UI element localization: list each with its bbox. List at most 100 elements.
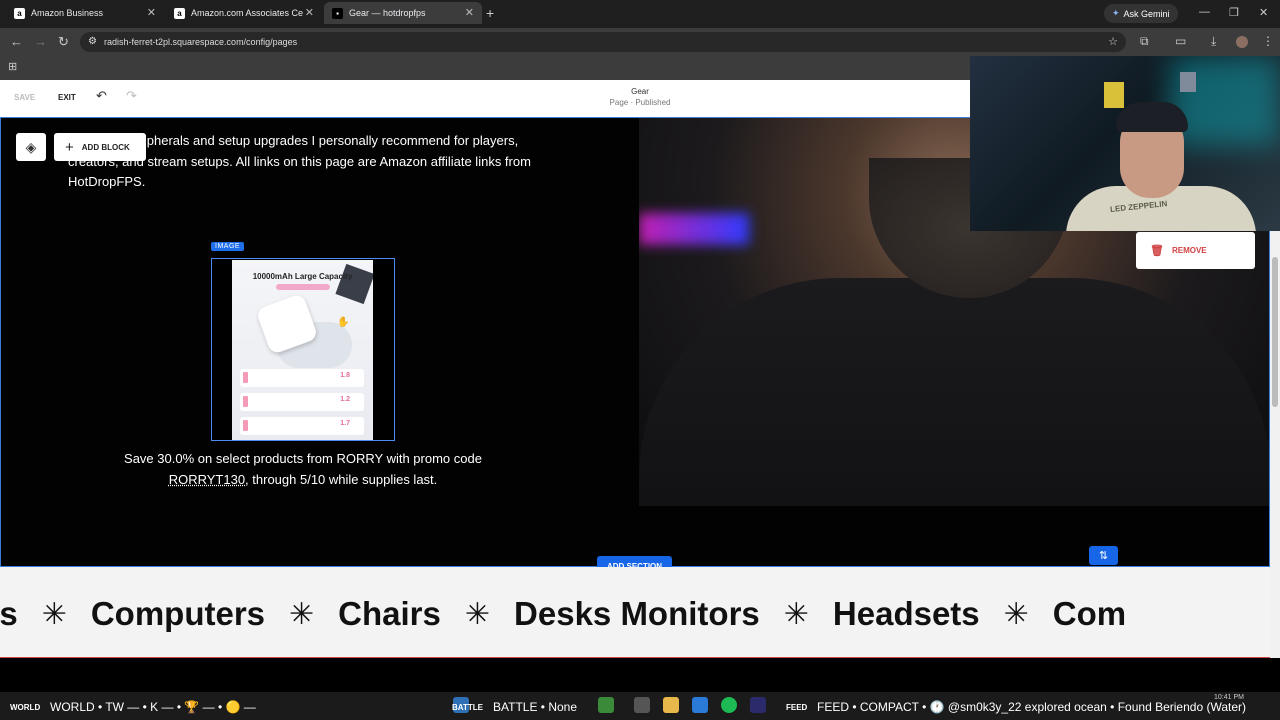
- system-clock: 10:41 PM: [1214, 694, 1244, 701]
- remove-label: REMOVE: [1171, 246, 1207, 255]
- phone-shape: [335, 263, 373, 305]
- new-tab-icon[interactable]: +: [486, 5, 494, 21]
- asterisk-icon: ✳: [1003, 597, 1029, 631]
- image-block-tag: IMAGE: [211, 242, 245, 251]
- feed-tag: FEED: [786, 703, 808, 712]
- reorder-icon: ⇅: [1098, 550, 1109, 562]
- extensions-icon[interactable]: ⧉: [1140, 34, 1149, 49]
- asterisk-icon: ✳: [289, 597, 315, 631]
- app-icon[interactable]: [750, 697, 766, 713]
- tab-amazon-associates[interactable]: a Amazon.com Associates Central ✕: [166, 2, 322, 24]
- spec-value: 1.8: [340, 372, 350, 379]
- trash-icon: 🗑: [1150, 245, 1164, 257]
- spec-value: 1.2: [340, 396, 350, 403]
- squarespace-icon: ▪: [332, 7, 343, 19]
- back-icon[interactable]: ←: [10, 34, 23, 49]
- battle-tag: BATTLE: [452, 703, 483, 712]
- wall-poster: [1104, 82, 1124, 108]
- app-icon[interactable]: [634, 697, 650, 713]
- close-icon[interactable]: ✕: [147, 6, 156, 19]
- ticker-item: Com: [1052, 595, 1127, 632]
- remove-button[interactable]: 🗑 REMOVE: [1136, 232, 1255, 269]
- grab-cursor-icon: ✋: [337, 317, 350, 328]
- reload-icon[interactable]: ↻: [58, 34, 69, 50]
- tab-gear-hotdropfps[interactable]: ▪ Gear — hotdropfps ✕: [324, 2, 482, 24]
- spec-value: 1.7: [340, 420, 350, 427]
- page-status: Page · Published: [609, 98, 671, 107]
- address-bar-row: ← → ↻ ⚙ radish-ferret-t2pl.squarespace.c…: [0, 28, 1280, 56]
- browser-tab-strip: a Amazon Business ✕ a Amazon.com Associa…: [0, 0, 1280, 28]
- apps-grid-icon[interactable]: ⊞: [8, 60, 17, 73]
- scrollbar-thumb[interactable]: [1272, 257, 1278, 407]
- plus-icon: +: [65, 138, 74, 156]
- section-settings-button[interactable]: ⇅: [1089, 546, 1118, 565]
- site-info-icon[interactable]: ⚙: [88, 32, 97, 52]
- tab-label: Amazon.com Associates Central: [191, 8, 303, 18]
- asterisk-icon: ✳: [783, 597, 809, 631]
- exit-button[interactable]: EXIT: [58, 93, 76, 102]
- ask-gemini-label: Ask Gemini: [1123, 8, 1170, 19]
- ask-gemini-button[interactable]: ✦ Ask Gemini: [1104, 4, 1178, 23]
- window-close-icon[interactable]: ✕: [1259, 6, 1268, 19]
- asterisk-icon: ✳: [464, 597, 491, 631]
- page-title-block: Gear Page · Published: [560, 86, 720, 108]
- promo-code: RORRYT130: [168, 471, 246, 487]
- redo-icon[interactable]: ↷: [126, 88, 137, 104]
- webcam-overlay: LED ZEPPELIN: [970, 56, 1280, 231]
- amazon-icon: a: [14, 7, 25, 19]
- world-status: WORLD • TW — • K — • 🏆 — • 🟡 —: [50, 700, 256, 714]
- feed-status: FEED • COMPACT • 🕐 @sm0k3y_22 explored o…: [817, 700, 1246, 714]
- product-image: 10000mAh Large Capacity 1.8 1.2 1.7: [232, 260, 373, 440]
- promo-paragraph[interactable]: Save 30.0% on select products from RORRY…: [103, 449, 503, 490]
- world-tag: WORLD: [10, 703, 41, 712]
- url-text: radish-ferret-t2pl.squarespace.com/confi…: [104, 37, 298, 47]
- image-block[interactable]: 10000mAh Large Capacity 1.8 1.2 1.7: [211, 258, 395, 441]
- ticker-item: Chairs: [338, 595, 441, 632]
- battle-status: BATTLE • None: [493, 700, 578, 714]
- menu-dots-icon[interactable]: ⋮: [1262, 34, 1274, 48]
- app-icon[interactable]: [598, 697, 614, 713]
- product-headline: 10000mAh Large Capacity: [252, 272, 353, 281]
- ticker-item: Headsets: [832, 595, 980, 632]
- download-icon[interactable]: ⤓: [1211, 34, 1216, 49]
- url-field[interactable]: ⚙ radish-ferret-t2pl.squarespace.com/con…: [80, 32, 1126, 52]
- ticker-track: ets ✳ Computers ✳ Chairs ✳ Desks Monitor…: [0, 595, 1126, 633]
- tab-amazon-business[interactable]: a Amazon Business ✕: [6, 2, 164, 24]
- folder-icon[interactable]: [663, 697, 679, 713]
- undo-icon[interactable]: ↶: [96, 88, 107, 104]
- ticker-item: Computers: [90, 595, 266, 632]
- cyan-light: [1170, 56, 1280, 146]
- wall-poster: [1180, 72, 1196, 92]
- ticker-item: ets: [0, 595, 18, 632]
- editor-toolbar: SAVE EXIT ↶ ↷ Gear Page · Published: [0, 80, 970, 117]
- led-light: [639, 213, 749, 245]
- taskbar: WORLD WORLD • TW — • K — • 🏆 — • 🟡 — BAT…: [0, 692, 1280, 720]
- asterisk-icon: ✳: [41, 597, 67, 631]
- spotify-icon[interactable]: [721, 697, 737, 713]
- profile-avatar[interactable]: [1236, 36, 1248, 48]
- app-icon[interactable]: [692, 697, 708, 713]
- hoodie-shape: [639, 278, 1269, 506]
- product-spec-row: 1.2: [240, 393, 364, 411]
- save-button[interactable]: SAVE: [14, 93, 35, 102]
- cast-icon[interactable]: ▭: [1175, 34, 1186, 48]
- gemini-icon: ✦: [1112, 8, 1120, 18]
- tab-label: Amazon Business: [31, 8, 104, 18]
- page-title: Gear: [631, 87, 649, 96]
- close-icon[interactable]: ✕: [465, 6, 474, 19]
- restore-icon[interactable]: ❐: [1229, 6, 1239, 19]
- bookmark-star-icon[interactable]: ☆: [1108, 32, 1118, 52]
- product-spec-row: 1.7: [240, 417, 364, 435]
- close-icon[interactable]: ✕: [305, 6, 314, 19]
- forward-icon[interactable]: →: [34, 34, 47, 49]
- product-spec-row: 1.8: [240, 369, 364, 387]
- tab-label: Gear — hotdropfps: [349, 8, 426, 18]
- category-ticker: ets ✳ Computers ✳ Chairs ✳ Desks Monitor…: [0, 567, 1270, 658]
- amazon-icon: a: [174, 7, 185, 19]
- minimize-icon[interactable]: —: [1199, 6, 1210, 18]
- layers-icon: ◈: [25, 138, 37, 155]
- headset-shape: [1116, 102, 1188, 132]
- layers-button[interactable]: ◈: [16, 133, 46, 161]
- stream-overlay-strip: [0, 658, 1280, 692]
- add-block-button[interactable]: + ADD BLOCK: [54, 133, 146, 161]
